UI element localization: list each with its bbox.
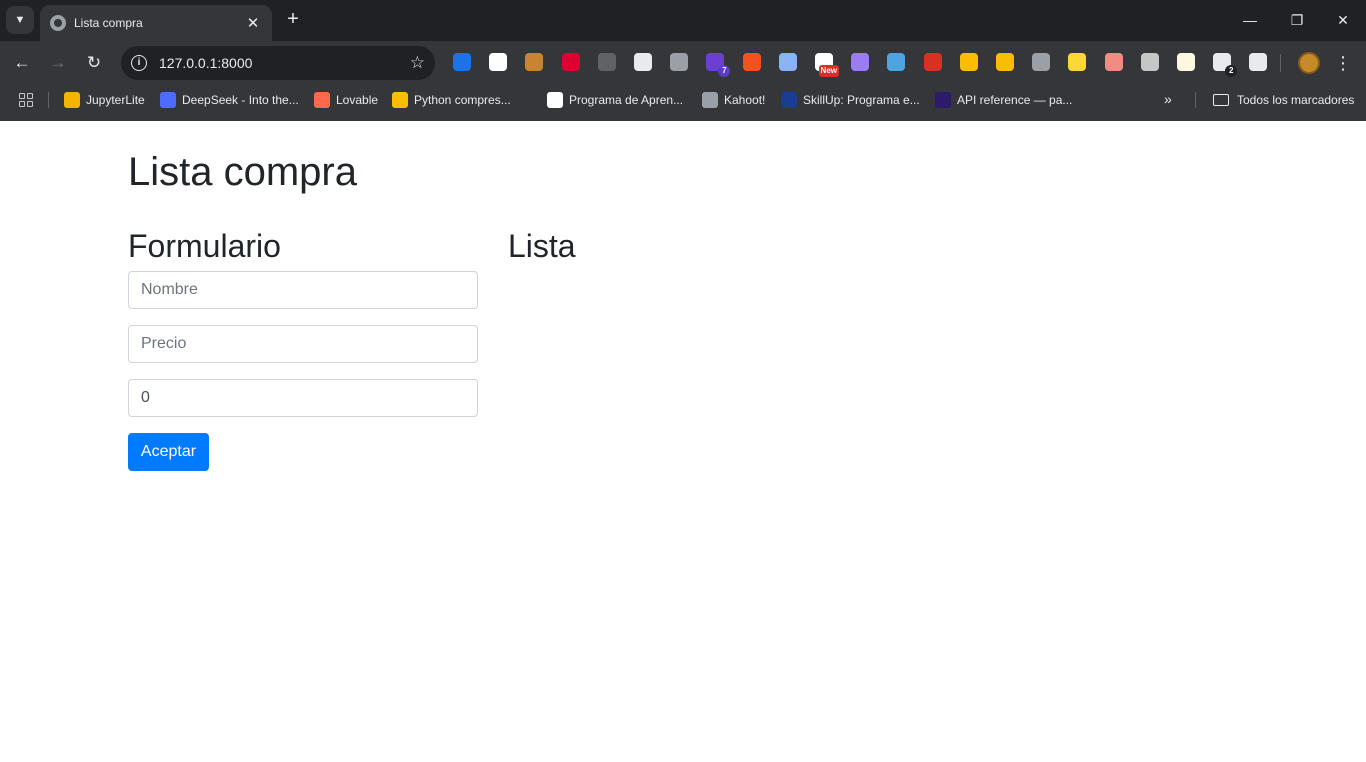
bookmark-item[interactable]: Python compres... bbox=[392, 91, 511, 109]
extension-badge: 2 bbox=[1225, 65, 1238, 77]
mouse-icon[interactable] bbox=[1140, 53, 1159, 71]
forward-button[interactable]: → bbox=[46, 51, 70, 75]
vimeo-icon[interactable] bbox=[887, 53, 906, 71]
new-extension-icon[interactable]: New bbox=[815, 53, 839, 77]
site-info-icon[interactable]: i bbox=[131, 55, 147, 71]
extension-badge: 7 bbox=[718, 65, 731, 77]
all-bookmarks-button[interactable]: Todos los marcadores bbox=[1213, 91, 1354, 109]
quantity-input[interactable] bbox=[128, 379, 478, 417]
chevron-down-icon: ▼ bbox=[14, 14, 26, 26]
eyedropper-icon[interactable] bbox=[489, 53, 508, 71]
browser-toolbar: ← → ↻ i 127.0.0.1:8000 ☆ 7 New 2 ⋮ bbox=[0, 41, 1366, 85]
browser-tabstrip: ▼ Lista compra ✕ + — ❐ ✕ bbox=[0, 0, 1366, 41]
bookmark-item[interactable]: Programa de Apren... bbox=[547, 91, 683, 109]
stack-icon[interactable]: 7 bbox=[706, 53, 731, 77]
bookmark-favicon-icon bbox=[160, 92, 176, 108]
more-bookmarks-icon[interactable]: » bbox=[1164, 91, 1172, 107]
extension-badge: New bbox=[818, 65, 839, 77]
bookmark-label: DeepSeek - Into the... bbox=[182, 93, 299, 107]
bookmark-label: SkillUp: Programa e... bbox=[803, 93, 920, 107]
cookie-icon[interactable] bbox=[525, 53, 544, 71]
browser-menu-icon[interactable]: ⋮ bbox=[1334, 51, 1352, 75]
toolbar-divider bbox=[1280, 54, 1281, 72]
bookmark-favicon-icon bbox=[64, 92, 80, 108]
n-extension-icon[interactable] bbox=[959, 53, 978, 71]
audio-icon[interactable] bbox=[1104, 53, 1123, 71]
bookmark-item[interactable]: DeepSeek - Into the... bbox=[160, 91, 299, 109]
yc-icon[interactable] bbox=[742, 53, 761, 71]
bookmark-item[interactable]: Lovable bbox=[314, 91, 378, 109]
apps-grid-icon[interactable] bbox=[19, 93, 33, 107]
bookmark-favicon-icon bbox=[392, 92, 408, 108]
bookmark-item[interactable]: API reference — pa... bbox=[935, 91, 1072, 109]
globe-icon bbox=[50, 15, 66, 31]
url-text[interactable]: 127.0.0.1:8000 bbox=[159, 55, 410, 71]
folder-icon bbox=[1213, 94, 1229, 106]
java-icon[interactable] bbox=[597, 53, 616, 71]
bookmark-favicon-icon bbox=[781, 92, 797, 108]
bookmark-favicon-icon bbox=[547, 92, 563, 108]
bookmark-favicon-icon bbox=[702, 92, 718, 108]
bookmark-label: Programa de Apren... bbox=[569, 93, 684, 107]
bookmark-favicon-icon bbox=[935, 92, 951, 108]
minimize-window-button[interactable]: — bbox=[1238, 8, 1262, 32]
bookmark-label: Kahoot! bbox=[724, 93, 766, 107]
form-title: Formulario bbox=[128, 228, 281, 264]
bookmark-item[interactable]: Kahoot! bbox=[702, 91, 765, 109]
bookmark-label: Lovable bbox=[336, 93, 379, 107]
new-tab-button[interactable]: + bbox=[282, 8, 304, 30]
bookmark-favicon-icon bbox=[314, 92, 330, 108]
tab-search-button[interactable]: ▼ bbox=[6, 6, 34, 34]
page-content: Lista compra Formulario Lista Aceptar bbox=[0, 121, 1366, 762]
divider-icon[interactable] bbox=[1032, 53, 1051, 71]
back-button[interactable]: ← bbox=[10, 51, 34, 75]
restore-window-button[interactable]: ❐ bbox=[1285, 8, 1309, 32]
page-title: Lista compra bbox=[128, 150, 357, 194]
react-icon[interactable] bbox=[634, 53, 652, 71]
name-input[interactable] bbox=[128, 271, 478, 309]
profile-avatar[interactable] bbox=[1298, 52, 1320, 74]
bookmark-item[interactable]: SkillUp: Programa e... bbox=[781, 91, 920, 109]
bookmark-label: Python compres... bbox=[414, 93, 511, 107]
puzzle-icon[interactable] bbox=[1249, 53, 1268, 71]
address-bar[interactable]: i 127.0.0.1:8000 ☆ bbox=[121, 46, 435, 80]
accept-button[interactable]: Aceptar bbox=[128, 433, 209, 471]
price-input[interactable] bbox=[128, 325, 478, 363]
close-tab-icon[interactable]: ✕ bbox=[244, 14, 262, 32]
active-tab[interactable]: Lista compra ✕ bbox=[40, 5, 272, 41]
bookmark-label: API reference — pa... bbox=[957, 93, 1073, 107]
s-extension-icon[interactable] bbox=[923, 53, 942, 71]
bars-icon[interactable] bbox=[996, 53, 1014, 71]
feather-icon[interactable] bbox=[851, 53, 870, 71]
close-window-button[interactable]: ✕ bbox=[1331, 8, 1355, 32]
angular-icon[interactable] bbox=[561, 53, 580, 71]
list-title: Lista bbox=[508, 228, 576, 264]
mask-icon[interactable] bbox=[1068, 53, 1087, 71]
vue-icon[interactable] bbox=[670, 53, 689, 71]
bookmark-star-icon[interactable]: ☆ bbox=[410, 53, 425, 73]
note-icon[interactable] bbox=[1177, 53, 1195, 71]
bookmark-label: JupyterLite bbox=[86, 93, 145, 107]
circle-icon[interactable] bbox=[778, 53, 797, 71]
clipboard-icon[interactable]: 2 bbox=[1213, 53, 1238, 77]
tab-title: Lista compra bbox=[74, 16, 143, 30]
r-extension-icon[interactable] bbox=[453, 53, 471, 71]
all-bookmarks-label: Todos los marcadores bbox=[1237, 93, 1355, 107]
bookmarks-divider bbox=[48, 92, 49, 108]
bookmarks-divider-right bbox=[1195, 92, 1196, 108]
reload-button[interactable]: ↻ bbox=[82, 51, 106, 75]
bookmark-item[interactable]: JupyterLite bbox=[64, 91, 145, 109]
